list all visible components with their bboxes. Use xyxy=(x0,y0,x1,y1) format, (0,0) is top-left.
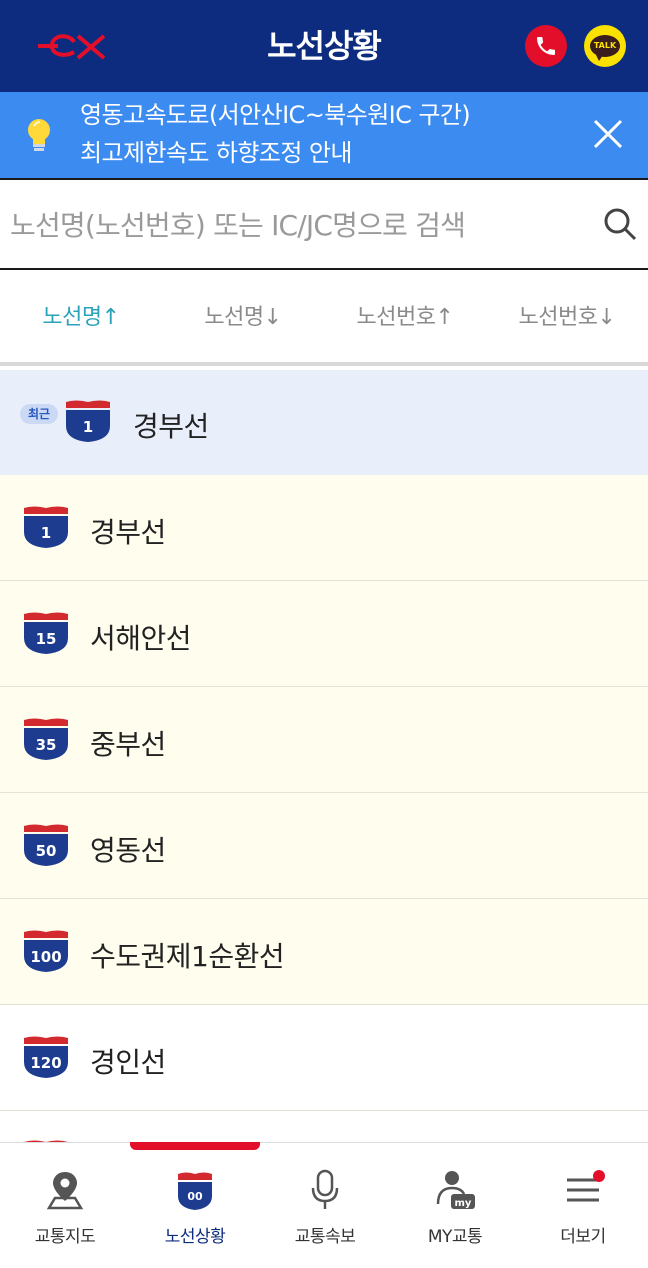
nav-traffic-news[interactable]: 교통속보 xyxy=(260,1160,390,1256)
route-name: 중부선 xyxy=(90,728,166,761)
route-name: 서해안선 xyxy=(90,622,192,655)
route-number: 15 xyxy=(35,630,57,648)
nav-more[interactable]: 더보기 xyxy=(518,1160,648,1256)
notification-dot xyxy=(593,1170,605,1182)
route-shield-icon: 00 xyxy=(178,1172,212,1210)
lightbulb-icon xyxy=(28,119,50,151)
notice-text[interactable]: 영동고속도로(서안산IC~북수원IC 구간) 최고제한속도 하향조정 안내 xyxy=(80,96,580,172)
sort-number-asc-tab[interactable]: 노선번호↑ xyxy=(324,270,486,366)
nav-my-traffic[interactable]: my MY교통 xyxy=(390,1160,520,1256)
kakaotalk-button[interactable]: TALK xyxy=(584,25,626,67)
notice-line-1: 영동고속도로(서안산IC~북수원IC 구간) xyxy=(80,101,471,129)
route-name: 경부선 xyxy=(133,410,209,443)
talk-icon: TALK xyxy=(590,35,620,61)
close-icon[interactable] xyxy=(590,116,626,152)
phone-icon xyxy=(537,37,555,55)
nav-label: MY교통 xyxy=(427,1227,483,1247)
notice-line-2: 최고제한속도 하향조정 안내 xyxy=(80,139,352,167)
search-icon[interactable] xyxy=(602,206,638,242)
route-name: 경인선 xyxy=(90,1046,166,1079)
recent-badge: 최근 xyxy=(20,404,58,424)
route-number: 1 xyxy=(82,418,94,436)
route-number: 100 xyxy=(30,948,62,966)
nav-route-status[interactable]: 00 노선상황 xyxy=(130,1160,260,1256)
nav-traffic-map[interactable]: 교통지도 xyxy=(0,1160,130,1256)
call-button[interactable] xyxy=(525,25,567,67)
sort-name-asc-tab[interactable]: 노선명↑ xyxy=(0,270,162,366)
sort-number-desc-tab[interactable]: 노선번호↓ xyxy=(486,270,648,366)
search-bar xyxy=(0,178,648,270)
map-pin-icon xyxy=(46,1172,84,1210)
svg-text:my: my xyxy=(455,1198,472,1209)
active-tab-indicator xyxy=(130,1142,260,1150)
nav-label: 교통지도 xyxy=(34,1227,96,1247)
route-number: 1 xyxy=(40,524,52,542)
nav-label: 더보기 xyxy=(560,1227,606,1247)
route-number: 35 xyxy=(35,736,57,754)
nav-label: 노선상황 xyxy=(164,1227,226,1247)
nav-label: 교통속보 xyxy=(294,1227,356,1247)
route-number: 120 xyxy=(30,1054,62,1072)
route-name: 경부선 xyxy=(90,516,166,549)
microphone-icon xyxy=(311,1169,339,1209)
sort-name-desc-tab[interactable]: 노선명↓ xyxy=(162,270,324,366)
route-number: 50 xyxy=(35,842,57,860)
my-user-icon: my xyxy=(436,1171,475,1209)
search-input[interactable] xyxy=(10,200,580,250)
route-name: 영동선 xyxy=(90,834,166,867)
route-name: 수도권제1순환선 xyxy=(90,940,285,973)
svg-text:00: 00 xyxy=(187,1190,203,1203)
